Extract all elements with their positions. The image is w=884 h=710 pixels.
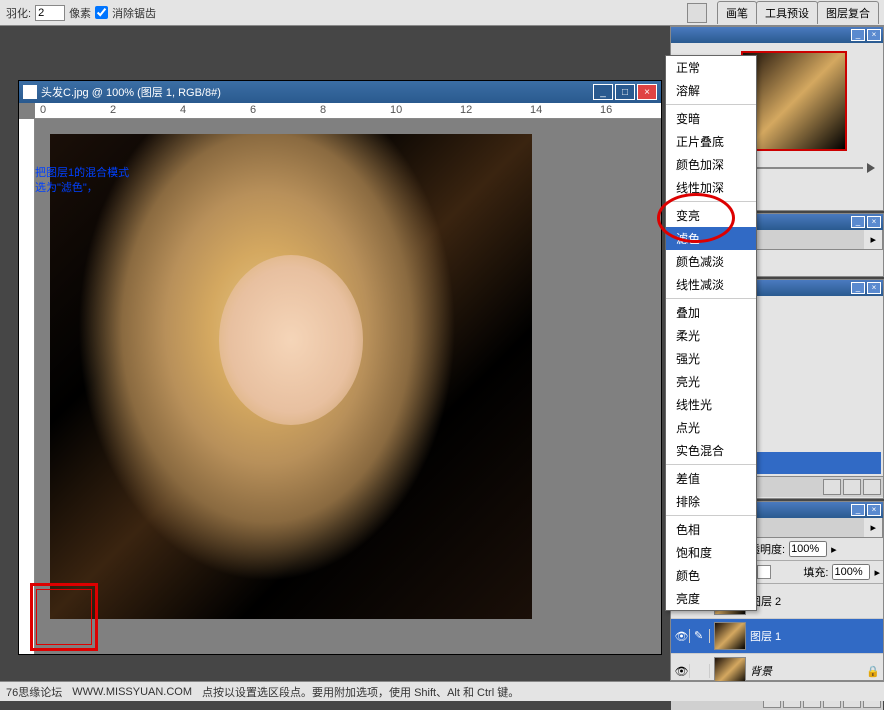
tab-layer-comps[interactable]: 图层复合 <box>817 1 879 24</box>
eye-icon[interactable]: 👁 <box>674 629 690 643</box>
blend-linearburn[interactable]: 线性加深 <box>666 176 756 199</box>
layer-thumbnail[interactable] <box>714 622 746 650</box>
lock-icon: 🔒 <box>866 665 880 678</box>
watermark-stamp <box>30 583 98 651</box>
status-url: WWW.MISSYUAN.COM <box>72 686 192 698</box>
tab-brushes[interactable]: 画笔 <box>717 1 757 24</box>
status-left: 76思缘论坛 <box>6 684 62 700</box>
maximize-button[interactable]: □ <box>615 84 635 100</box>
ruler-horizontal: 0 2 4 6 8 10 12 14 16 <box>35 103 661 119</box>
blend-pinlight[interactable]: 点光 <box>666 416 756 439</box>
doc-titlebar[interactable]: 头发C.jpg @ 100% (图层 1, RGB/8#) _ □ × <box>19 81 661 103</box>
layer-name[interactable]: 图层 2 <box>750 593 880 609</box>
eye-icon[interactable]: 👁 <box>674 664 690 678</box>
blend-lineardodge[interactable]: 线性减淡 <box>666 273 756 296</box>
link-icon[interactable] <box>694 664 710 678</box>
feather-unit: 像素 <box>69 5 91 21</box>
panel-close-icon[interactable]: × <box>867 216 881 228</box>
new-doc-button[interactable] <box>843 479 861 495</box>
close-button[interactable]: × <box>637 84 657 100</box>
panel-menu-icon[interactable]: ▸ <box>864 230 883 249</box>
layer-name[interactable]: 图层 1 <box>750 628 880 644</box>
antialias-label: 消除锯齿 <box>112 5 156 21</box>
blend-exclusion[interactable]: 排除 <box>666 490 756 513</box>
blend-screen[interactable]: 滤色 <box>666 227 756 250</box>
status-bar: 76思缘论坛 WWW.MISSYUAN.COM 点按以设置选区段点。要用附加选项… <box>0 681 884 701</box>
panel-min-icon[interactable]: _ <box>851 29 865 41</box>
palette-well: 画笔 工具预设 图层复合 <box>717 1 878 24</box>
doc-title: 头发C.jpg @ 100% (图层 1, RGB/8#) <box>41 84 593 100</box>
layer-name[interactable]: 背景 <box>750 663 862 679</box>
options-bar: 羽化: 像素 消除锯齿 画笔 工具预设 图层复合 <box>0 0 884 26</box>
status-tip: 点按以设置选区段点。要用附加选项，使用 Shift、Alt 和 Ctrl 键。 <box>202 684 519 700</box>
document-image <box>50 134 532 619</box>
fill-label: 填充: <box>803 564 828 580</box>
blend-lighten[interactable]: 变亮 <box>666 204 756 227</box>
trash-icon[interactable] <box>863 479 881 495</box>
blend-luminosity[interactable]: 亮度 <box>666 587 756 610</box>
blend-overlay[interactable]: 叠加 <box>666 301 756 324</box>
annotation-text: 把图层1的混合模式 选为"滤色"， <box>35 166 129 197</box>
blend-softlight[interactable]: 柔光 <box>666 324 756 347</box>
fill-input[interactable] <box>832 564 870 580</box>
zoom-in-icon[interactable] <box>867 163 875 173</box>
workspace: 头发C.jpg @ 100% (图层 1, RGB/8#) _ □ × 0 2 … <box>0 26 670 681</box>
panel-menu-icon[interactable]: ▸ <box>864 518 883 537</box>
opacity-input[interactable] <box>789 541 827 557</box>
feather-input[interactable] <box>35 5 65 21</box>
blend-mode-menu[interactable]: 正常 溶解 变暗 正片叠底 颜色加深 线性加深 变亮 滤色 颜色减淡 线性减淡 … <box>665 55 757 611</box>
blend-vividlight[interactable]: 亮光 <box>666 370 756 393</box>
blend-hue[interactable]: 色相 <box>666 518 756 541</box>
blend-dissolve[interactable]: 溶解 <box>666 79 756 102</box>
layer-row[interactable]: 👁 ✎ 图层 1 <box>671 619 883 654</box>
canvas-area[interactable] <box>35 119 661 654</box>
blend-darken[interactable]: 变暗 <box>666 107 756 130</box>
panel-min-icon[interactable]: _ <box>851 216 865 228</box>
blend-saturation[interactable]: 饱和度 <box>666 541 756 564</box>
blend-hardmix[interactable]: 实色混合 <box>666 439 756 462</box>
minimize-button[interactable]: _ <box>593 84 613 100</box>
panel-min-icon[interactable]: _ <box>851 282 865 294</box>
chevron-icon[interactable]: ▸ <box>874 566 880 579</box>
blend-hardlight[interactable]: 强光 <box>666 347 756 370</box>
panel-close-icon[interactable]: × <box>867 29 881 41</box>
ruler-vertical <box>19 119 35 654</box>
panel-min-icon[interactable]: _ <box>851 504 865 516</box>
panel-close-icon[interactable]: × <box>867 504 881 516</box>
blend-linearlight[interactable]: 线性光 <box>666 393 756 416</box>
antialias-checkbox[interactable] <box>95 6 108 19</box>
chevron-icon[interactable]: ▸ <box>831 543 837 556</box>
panel-close-icon[interactable]: × <box>867 282 881 294</box>
blend-color[interactable]: 颜色 <box>666 564 756 587</box>
blend-multiply[interactable]: 正片叠底 <box>666 130 756 153</box>
print-icon[interactable] <box>687 3 707 23</box>
panel-titlebar[interactable]: _ × <box>671 27 883 43</box>
feather-label: 羽化: <box>6 5 31 21</box>
blend-colorburn[interactable]: 颜色加深 <box>666 153 756 176</box>
lock-all-icon[interactable] <box>757 565 771 579</box>
blend-normal[interactable]: 正常 <box>666 56 756 79</box>
tab-tool-presets[interactable]: 工具预设 <box>756 1 818 24</box>
blend-colordodge[interactable]: 颜色减淡 <box>666 250 756 273</box>
doc-icon <box>23 85 37 99</box>
blend-difference[interactable]: 差值 <box>666 467 756 490</box>
link-icon[interactable]: ✎ <box>694 629 710 643</box>
new-snapshot-button[interactable] <box>823 479 841 495</box>
